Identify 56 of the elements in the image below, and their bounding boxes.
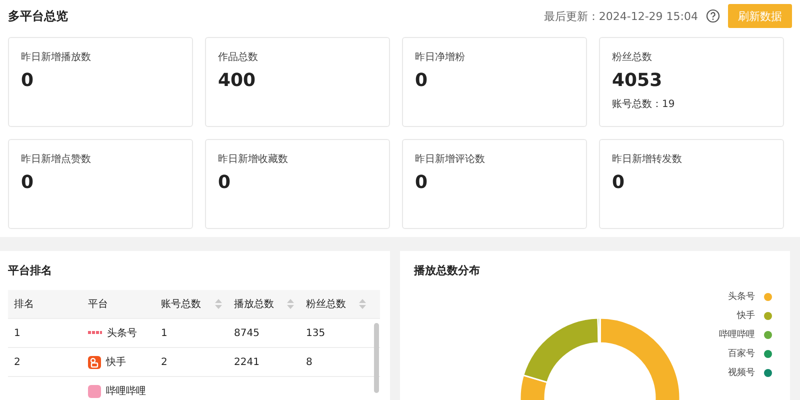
legend-dot[interactable] xyxy=(764,292,772,300)
stat-subtext: 账号总数：19 xyxy=(612,98,675,111)
legend-dot[interactable] xyxy=(764,312,772,320)
stat-label: 昨日新增收藏数 xyxy=(218,152,288,166)
stat-label: 粉丝总数 xyxy=(612,50,652,64)
table-cell: 1 xyxy=(161,328,168,338)
panel-title: 平台排名 xyxy=(8,263,53,278)
table-cell: 2241 xyxy=(234,356,260,368)
refresh-button[interactable]: 刷新数据 xyxy=(728,4,792,28)
table-cell: 135 xyxy=(306,328,326,338)
table-cell: 1 xyxy=(14,328,20,338)
stat-value: 0 xyxy=(415,70,428,91)
last-updated-text: 最后更新：2024-12-29 15:04 xyxy=(544,8,698,24)
stat-label: 昨日新增点赞数 xyxy=(21,152,91,166)
stat-label: 昨日净增粉 xyxy=(415,51,465,64)
stat-value: 0 xyxy=(612,172,625,193)
table-cell: 2 xyxy=(161,356,168,368)
stat-value: 0 xyxy=(21,70,34,91)
column-header: 播放总数 xyxy=(234,298,274,311)
platform-name: 头条号 xyxy=(107,326,137,340)
platform-name: 快手 xyxy=(106,356,126,369)
stat-value: 0 xyxy=(218,172,231,193)
platform-logo-icon xyxy=(88,356,101,368)
legend-label: 头条号 xyxy=(728,290,755,303)
legend-label: 快手 xyxy=(737,310,755,322)
legend-dot[interactable] xyxy=(764,350,772,358)
panel-title: 播放总数分布 xyxy=(414,263,481,278)
platform-logo-icon xyxy=(88,384,101,398)
legend-dot[interactable] xyxy=(764,330,772,338)
stat-label: 作品总数 xyxy=(218,50,258,64)
stat-value: 0 xyxy=(21,172,34,193)
stat-value: 4053 xyxy=(612,70,662,91)
legend-dot[interactable] xyxy=(764,368,772,376)
stat-label: 昨日新增转发数 xyxy=(612,152,682,166)
table-cell: 2 xyxy=(14,356,20,368)
help-icon[interactable] xyxy=(706,9,720,23)
platform-logo-icon xyxy=(88,330,102,336)
column-header: 账号总数 xyxy=(161,298,201,311)
sort-icon[interactable] xyxy=(359,299,366,309)
platform-name: 哔哩哔哩 xyxy=(106,384,146,398)
table-cell: 8 xyxy=(306,356,312,368)
scrollbar[interactable] xyxy=(374,323,379,393)
table-cell: 8745 xyxy=(234,328,260,338)
sort-icon[interactable] xyxy=(215,299,222,309)
column-header: 平台 xyxy=(88,298,108,311)
stat-label: 昨日新增播放数 xyxy=(21,50,91,64)
column-header: 排名 xyxy=(14,298,34,311)
stat-value: 0 xyxy=(415,172,428,193)
legend-label: 视频号 xyxy=(728,366,755,379)
legend-label: 哔哩哔哩 xyxy=(719,328,755,341)
column-header: 粉丝总数 xyxy=(306,298,346,311)
stat-label: 昨日新增评论数 xyxy=(415,152,485,166)
stat-value: 400 xyxy=(218,70,256,91)
sort-icon[interactable] xyxy=(287,299,294,309)
page-title: 多平台总览 xyxy=(8,8,68,24)
legend-label: 百家号 xyxy=(728,348,755,360)
